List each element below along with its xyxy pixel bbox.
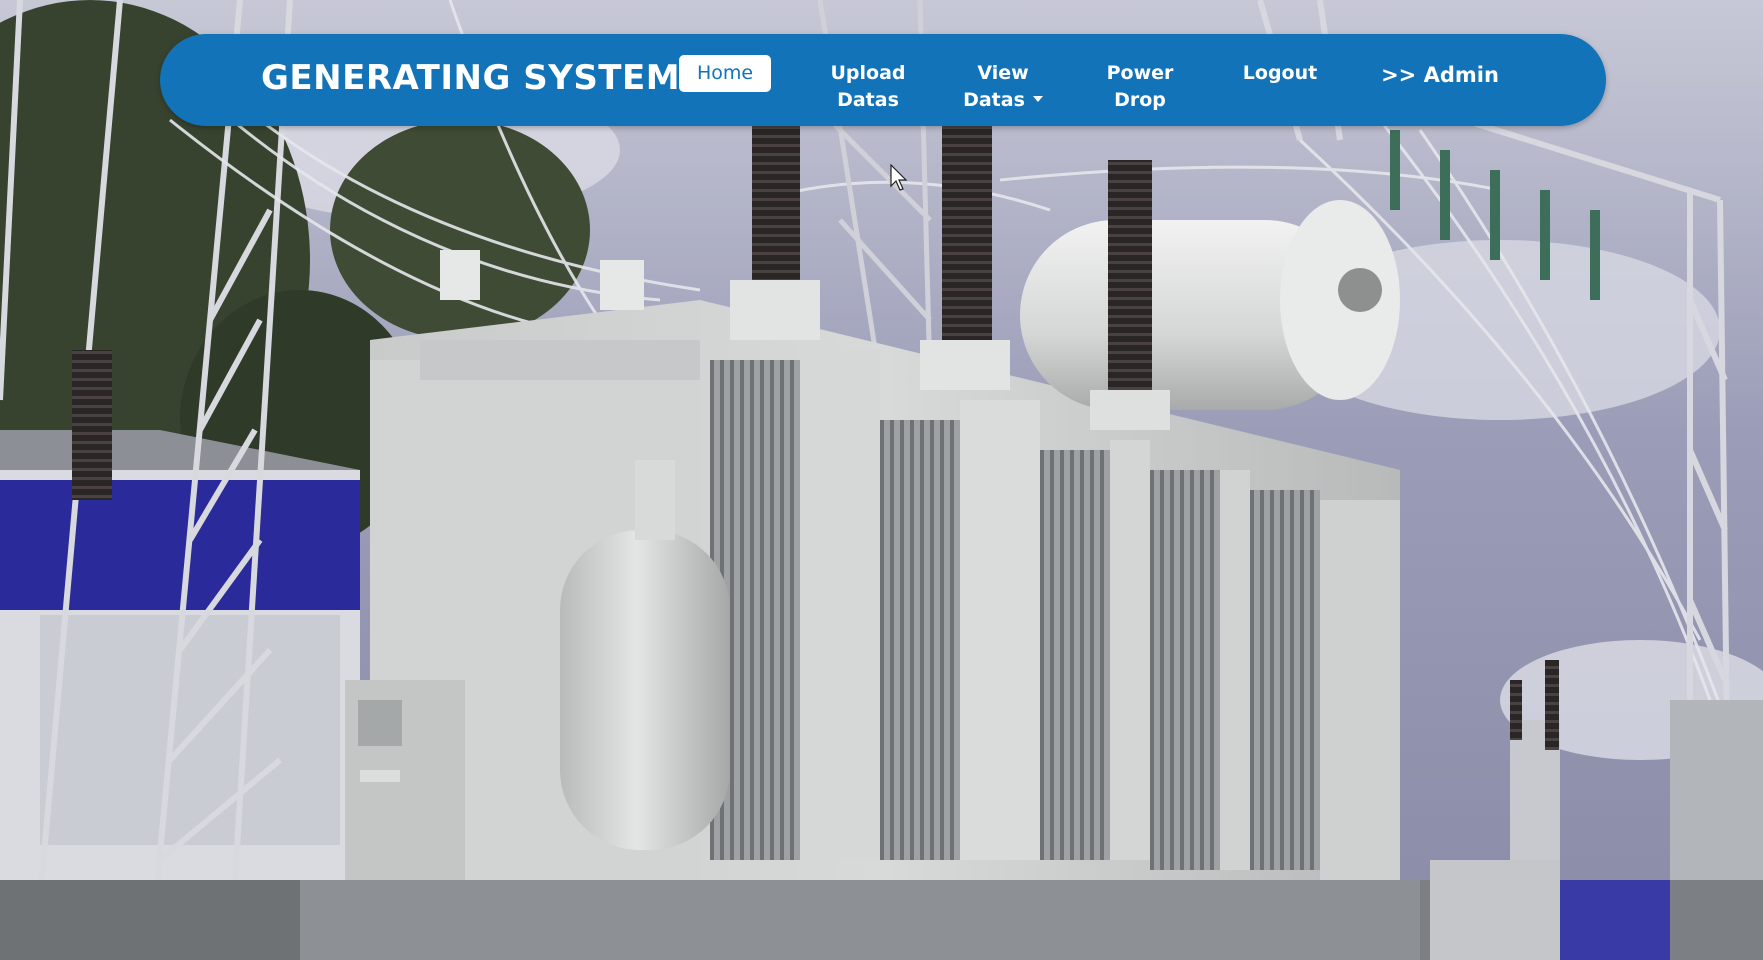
nav-admin-link[interactable]: >> Admin [1378,62,1502,89]
caret-down-icon [1032,95,1043,102]
nav-logout-link[interactable]: Logout [1238,60,1322,87]
nav-view-line2: Datas [963,89,1025,111]
brand-title[interactable]: GENERATING SYSTEM [261,58,680,98]
mouse-cursor-icon [890,164,908,191]
nav-power-line2: Drop [1114,89,1166,111]
nav-view-line1: View [977,62,1029,84]
page: GENERATING SYSTEM Home Upload Datas View… [0,0,1763,960]
nav-power-line1: Power [1106,62,1174,84]
nav-view-datas-dropdown[interactable]: View Datas [951,60,1055,114]
nav-home-link[interactable]: Home [679,55,771,92]
background-substation-image [0,0,1763,960]
nav-view-line2-wrap: Datas [951,87,1055,114]
nav-upload-datas-link[interactable]: Upload Datas [809,60,927,114]
top-navbar: GENERATING SYSTEM Home Upload Datas View… [160,34,1606,126]
nav-upload-line1: Upload [830,62,906,84]
nav-power-drop-link[interactable]: Power Drop [1097,60,1183,114]
nav-upload-line2: Datas [837,89,899,111]
